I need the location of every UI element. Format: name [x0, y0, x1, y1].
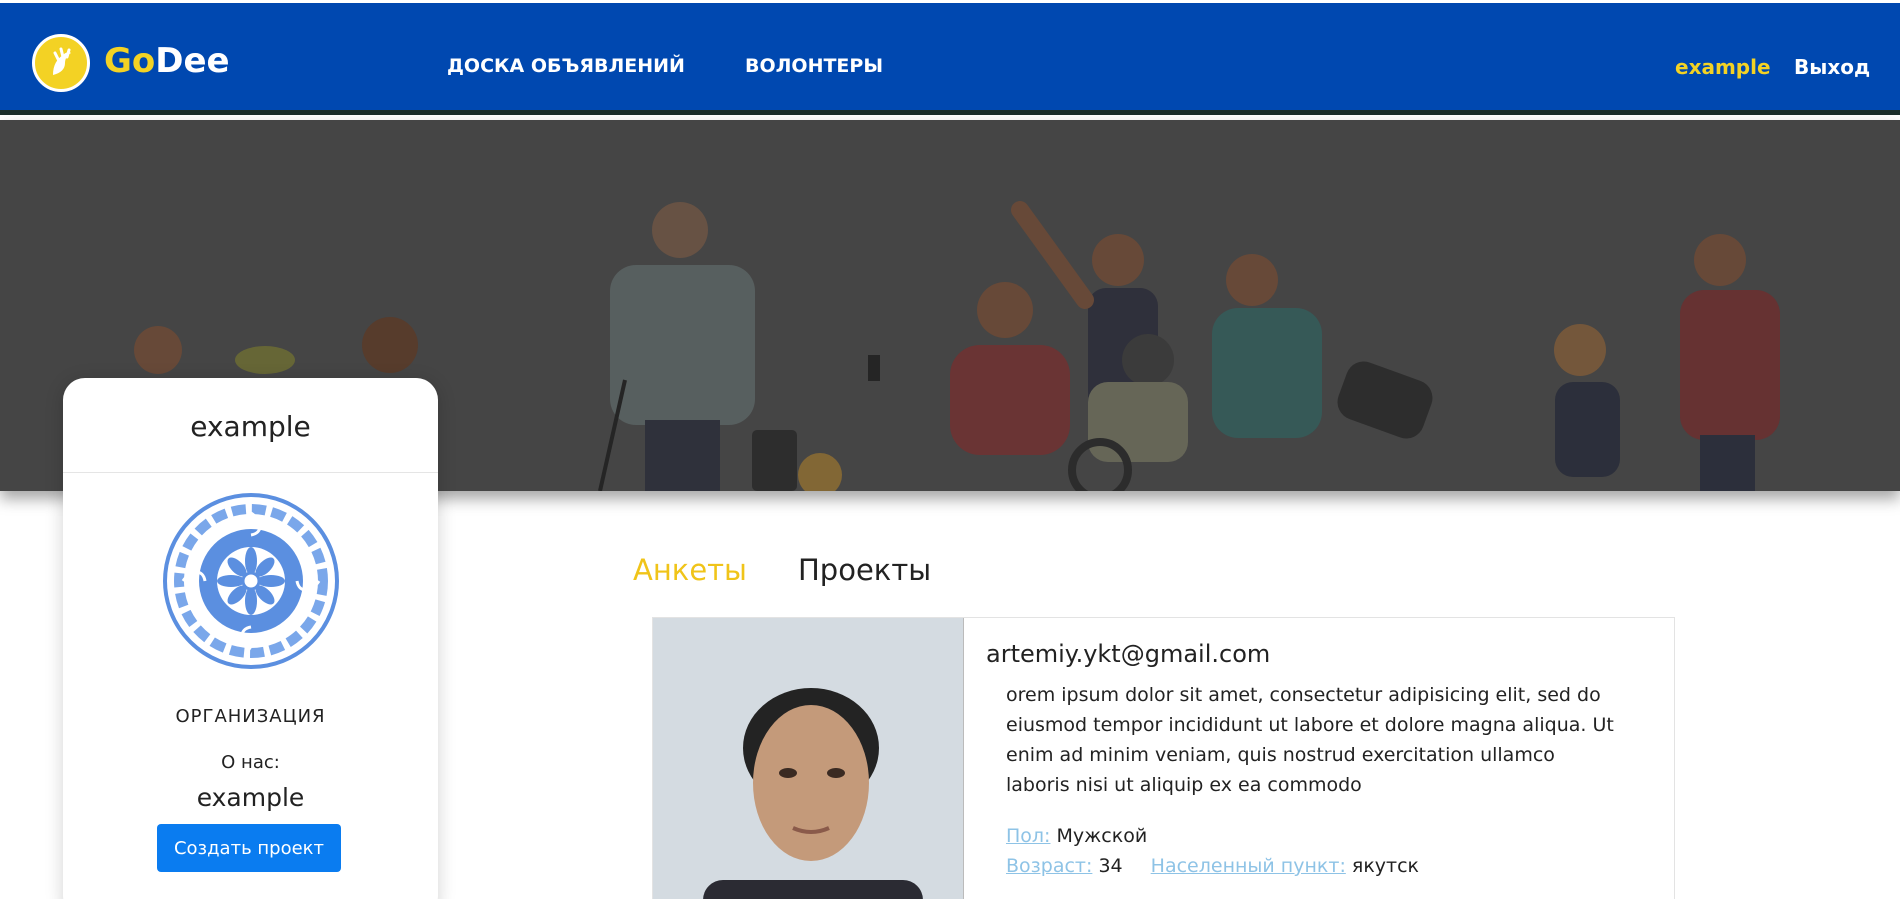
gender-label[interactable]: Пол: — [1006, 825, 1050, 847]
volunteer-description: orem ipsum dolor sit amet, consectetur a… — [1006, 684, 1614, 796]
organization-emblem-icon — [163, 493, 339, 669]
navbar: GoDee ДОСКА ОБЪЯВЛЕНИЙ ВОЛОНТЕРЫ example… — [0, 3, 1900, 115]
brand-go: Go — [104, 41, 156, 81]
city-label[interactable]: Населенный пункт: — [1151, 855, 1346, 877]
organization-type-label: ОРГАНИЗАЦИЯ — [175, 706, 326, 727]
tab-projects[interactable]: Проекты — [798, 553, 931, 587]
logout-link[interactable]: Выход — [1794, 55, 1870, 79]
nav-user-link[interactable]: example — [1675, 55, 1771, 79]
age-label[interactable]: Возраст: — [1006, 855, 1092, 877]
volunteer-fields: Пол: Мужской Возраст: 34 Населенный пунк… — [1006, 821, 1441, 881]
about-label: О нас: — [221, 752, 280, 773]
gender-value: Мужской — [1056, 825, 1148, 847]
brand-name[interactable]: GoDee — [104, 41, 230, 81]
city-value: якутск — [1351, 855, 1420, 877]
nav-link-volunteers[interactable]: ВОЛОНТЕРЫ — [745, 55, 883, 77]
logo-icon[interactable] — [32, 34, 90, 92]
brand-dee: Dee — [155, 41, 230, 81]
age-value: 34 — [1098, 855, 1123, 877]
about-value: example — [196, 783, 305, 812]
nav-link-board[interactable]: ДОСКА ОБЪЯВЛЕНИЙ — [447, 55, 685, 77]
profile-name: example — [190, 410, 311, 443]
volunteer-email: artemiy.ykt@gmail.com — [986, 640, 1271, 668]
create-project-button[interactable]: Создать проект — [157, 824, 341, 872]
profile-card: example ОРГАНИЗАЦИЯ О нас: example Созда… — [63, 378, 438, 899]
tab-profiles[interactable]: Анкеты — [633, 553, 747, 587]
volunteer-card[interactable]: artemiy.ykt@gmail.com orem ipsum dolor s… — [652, 617, 1675, 899]
divider — [63, 472, 438, 473]
volunteer-photo — [653, 618, 964, 899]
avatar-photo — [653, 618, 963, 899]
